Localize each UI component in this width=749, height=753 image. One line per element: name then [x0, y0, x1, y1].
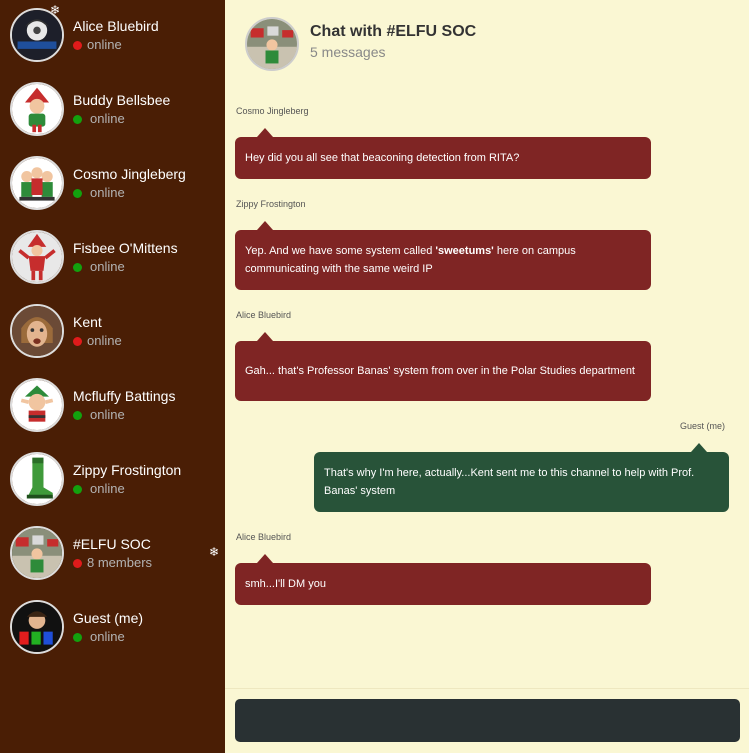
contact-status: online	[90, 629, 125, 644]
message-bubble: Hey did you all see that beaconing detec…	[235, 137, 651, 179]
message-bubble: Yep. And we have some system called 'swe…	[235, 230, 651, 290]
message-sender: Alice Bluebird	[236, 532, 292, 542]
contact-status: online	[90, 111, 125, 126]
bubble-tail	[257, 332, 273, 341]
contact-name: Guest (me)	[73, 610, 144, 626]
status-dot	[73, 336, 82, 346]
status-dot	[73, 410, 82, 420]
contact-name: Alice Bluebird	[73, 18, 159, 34]
contact-status: online	[90, 481, 125, 496]
contact-status: online	[90, 259, 125, 274]
contact-zippy-frostington[interactable]: Zippy Frostington online	[0, 442, 225, 516]
message-bubble: That's why I'm here, actually...Kent sen…	[314, 452, 729, 512]
bubble-tail	[691, 443, 707, 452]
contact-kent[interactable]: Kent online	[0, 294, 225, 368]
message-input[interactable]	[235, 699, 740, 742]
message-list: Cosmo Jingleberg Hey did you all see tha…	[225, 88, 749, 688]
composer	[225, 688, 749, 753]
elf-avatar	[10, 378, 64, 432]
snowflake-icon: ❄	[209, 545, 220, 559]
contact-alice-bluebird[interactable]: Alice Bluebird online ❄	[0, 0, 225, 72]
elf-avatar	[10, 82, 64, 136]
contact-status: online	[87, 37, 122, 52]
contact-cosmo-jingleberg[interactable]: Cosmo Jingleberg online	[0, 146, 225, 220]
contact-sidebar: Alice Bluebird online ❄ Buddy Bellsbee o…	[0, 0, 225, 753]
message-sender: Zippy Frostington	[236, 199, 306, 209]
contact-name: Fisbee O'Mittens	[73, 240, 178, 256]
message-text: That's why I'm here, actually...Kent sen…	[324, 467, 695, 497]
contact-name: Mcfluffy Battings	[73, 388, 176, 404]
status-dot	[73, 40, 82, 50]
chat-header: Chat with #ELFU SOC 5 messages	[225, 0, 749, 88]
bubble-tail	[257, 554, 273, 563]
status-dot	[73, 262, 82, 272]
message-bubble: Gah... that's Professor Banas' system fr…	[235, 341, 651, 401]
bubble-tail	[257, 221, 273, 230]
status-dot	[73, 114, 82, 124]
contact-guest-me[interactable]: Guest (me) online	[0, 590, 225, 664]
message-text: smh...I'll DM you	[245, 578, 326, 590]
message-text: Hey did you all see that beaconing detec…	[245, 152, 520, 164]
elf-group-avatar	[10, 156, 64, 210]
message-bubble: smh...I'll DM you	[235, 563, 651, 605]
contact-elfu-soc[interactable]: #ELFU SOC 8 members ❄	[0, 516, 225, 590]
contact-name: Zippy Frostington	[73, 462, 182, 478]
contact-mcfluffy-battings[interactable]: Mcfluffy Battings online	[0, 368, 225, 442]
hhc-avatar	[10, 600, 64, 654]
channel-avatar	[245, 17, 299, 71]
status-dot	[73, 632, 82, 642]
contact-status: online	[87, 333, 122, 348]
message-sender: Alice Bluebird	[236, 310, 292, 320]
status-dot	[73, 188, 82, 198]
elf-boot-avatar	[10, 452, 64, 506]
snowflake-icon: ❄	[50, 3, 61, 17]
message-sender: Cosmo Jingleberg	[236, 106, 309, 116]
message-count: 5 messages	[310, 44, 386, 60]
contact-status: 8 members	[87, 555, 153, 570]
contact-buddy-bellsbee[interactable]: Buddy Bellsbee online	[0, 72, 225, 146]
chat-title: Chat with #ELFU SOC	[310, 23, 477, 40]
contact-status: online	[90, 185, 125, 200]
bubble-tail	[257, 128, 273, 137]
contact-fisbee-omittens[interactable]: Fisbee O'Mittens online	[0, 220, 225, 294]
message-text: Gah... that's Professor Banas' system fr…	[245, 365, 635, 377]
status-dot	[73, 558, 82, 568]
contact-status: online	[90, 407, 125, 422]
contact-name: Kent	[73, 314, 102, 330]
message-sender: Guest (me)	[680, 421, 726, 431]
contact-name: Cosmo Jingleberg	[73, 166, 186, 182]
status-dot	[73, 484, 82, 494]
message-text: Yep. And we have some system called 'swe…	[245, 245, 576, 275]
contact-name: #ELFU SOC	[73, 536, 151, 552]
elfu-soc-avatar	[10, 526, 64, 580]
contact-name: Buddy Bellsbee	[73, 92, 171, 108]
elf-avatar	[10, 230, 64, 284]
kent-avatar	[10, 304, 64, 358]
